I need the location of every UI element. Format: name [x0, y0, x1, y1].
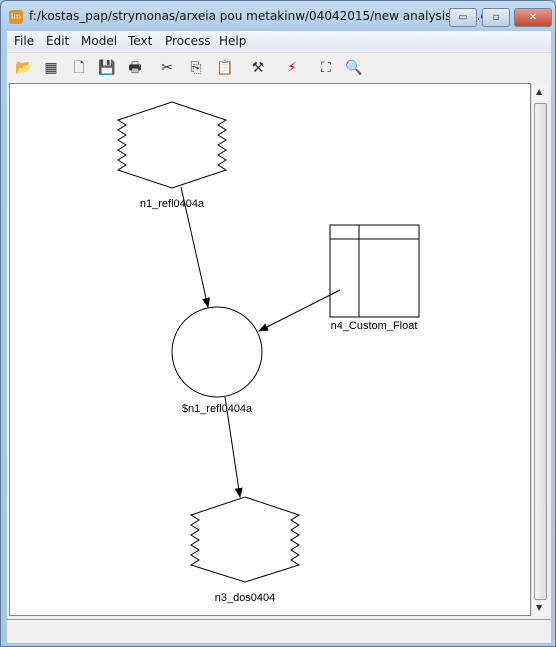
node-sn1-label: $n1_refl0404a [182, 403, 253, 415]
open-folder-icon[interactable]: 📂 [15, 59, 33, 77]
vertical-scrollbar[interactable]: ▲ ▼ [531, 83, 548, 616]
title-bar: lm f:/kostas_pap/strymonas/arxeia pou me… [1, 1, 555, 31]
node-n4-shape[interactable] [329, 224, 420, 318]
menu-text[interactable]: Text [128, 34, 152, 48]
menu-bar: File Edit Model Text Process Help [7, 31, 551, 51]
paste-icon[interactable]: 📋 [216, 59, 234, 77]
save-icon[interactable]: 💾 [98, 59, 116, 77]
scroll-up-icon[interactable]: ▲ [536, 87, 542, 96]
scroll-down-icon[interactable]: ▼ [536, 603, 542, 612]
menu-help[interactable]: Help [219, 34, 246, 48]
copy-icon[interactable]: ⎘ [187, 59, 205, 77]
menu-file[interactable]: File [14, 34, 34, 48]
diagram-canvas[interactable]: n1_refl0404a n4_Custom_Float $n1_refl040… [9, 83, 531, 616]
client-area: File Edit Model Text Process Help 📂 ▦ 🗋 … [7, 31, 551, 643]
new-document-icon[interactable]: 🗋 [70, 59, 88, 77]
edge-n4-sn1 [258, 289, 341, 332]
node-n3-shape[interactable] [189, 496, 301, 583]
window-title: f:/kostas_pap/strymonas/arxeia pou metak… [29, 9, 500, 23]
diagram: n1_refl0404a n4_Custom_Float $n1_refl040… [116, 101, 420, 604]
run-icon[interactable]: ⚡ [283, 59, 301, 77]
node-n1-label: n1_refl0404a [140, 198, 205, 210]
menu-edit[interactable]: Edit [46, 34, 69, 48]
node-n4-label: n4_Custom_Float [331, 320, 418, 332]
menu-model[interactable]: Model [81, 34, 117, 48]
cut-icon[interactable]: ✂ [158, 59, 176, 77]
minimize-button[interactable]: ▭ [449, 8, 477, 27]
import-icon[interactable]: ▦ [42, 59, 60, 77]
node-n1-shape[interactable] [116, 101, 228, 189]
close-button[interactable]: ✕ [514, 8, 552, 27]
node-sn1-shape[interactable] [171, 306, 263, 398]
menu-process[interactable]: Process [165, 34, 211, 48]
maximize-button[interactable]: ▫ [482, 8, 510, 27]
fit-view-icon[interactable]: ⛶ [317, 59, 335, 77]
hammer-icon[interactable]: ⚒ [249, 59, 267, 77]
app-icon: lm [9, 10, 23, 24]
print-icon[interactable]: 🖶 [126, 59, 144, 77]
zoom-icon[interactable]: 🔍 [345, 59, 363, 77]
toolbar: 📂 ▦ 🗋 💾 🖶 ✂ ⎘ 📋 ⚒ ⚡ ⛶ 🔍 [7, 52, 551, 82]
scroll-thumb[interactable] [534, 103, 547, 600]
node-n3-label: n3_dos0404 [215, 592, 276, 604]
status-bar [7, 619, 551, 641]
application-window: lm f:/kostas_pap/strymonas/arxeia pou me… [0, 0, 556, 647]
